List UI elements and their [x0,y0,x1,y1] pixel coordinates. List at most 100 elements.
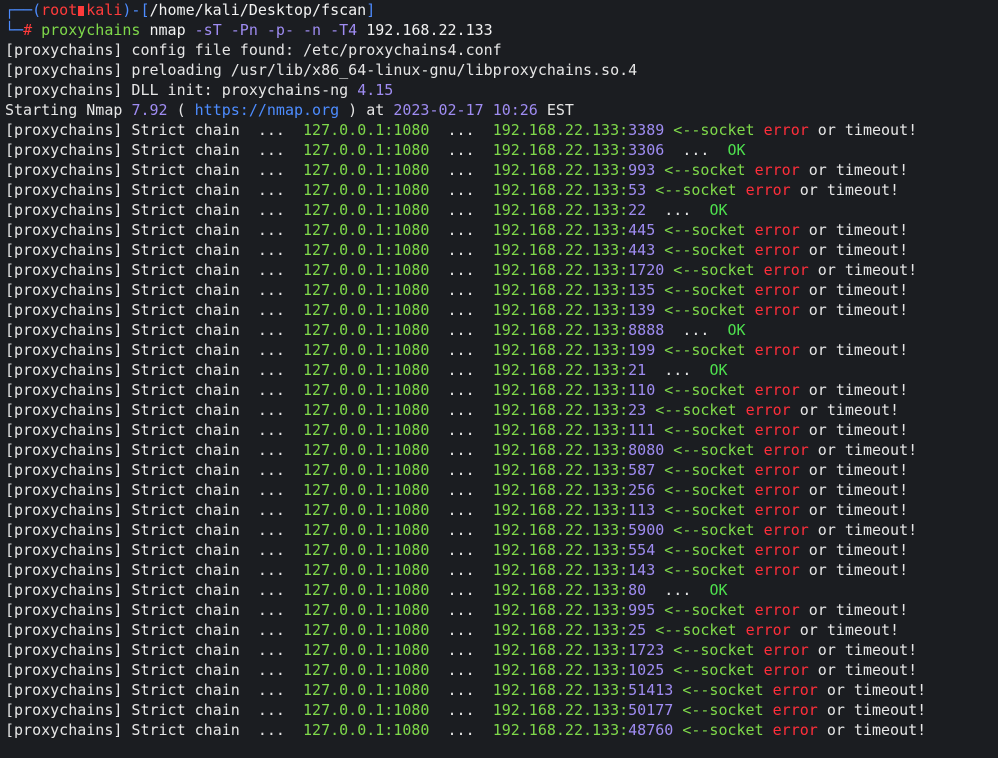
target-host: 192.168.22.133 [492,521,620,539]
target-port: 1723 [628,641,665,659]
target-port: 143 [628,561,656,579]
proxy-address: 127.0.0.1:1080 [303,361,430,379]
prompt-corner-top: ┌── [5,1,33,19]
status-ok: OK [709,581,728,599]
target-port: 139 [628,301,656,319]
target-port: 3306 [628,141,665,159]
target-port: 135 [628,281,656,299]
proxy-address: 127.0.0.1:1080 [303,621,430,639]
target-port: 8080 [628,441,665,459]
target-host: 192.168.22.133 [492,201,620,219]
command-name: proxychains [41,21,141,39]
target-host: 192.168.22.133 [492,161,620,179]
target-port: 48760 [628,721,674,739]
target-port: 25 [628,621,647,639]
chain-line: [proxychains] Strict chain ... 127.0.0.1… [5,641,918,659]
status-error: error [772,701,818,719]
prompt-command-line[interactable]: └─# proxychains nmap -sT -Pn -p- -n -T4 … [5,20,998,40]
target-host: 192.168.22.133 [492,281,620,299]
target-port: 50177 [628,701,674,719]
chain-line: [proxychains] Strict chain ... 127.0.0.1… [5,201,728,219]
target-host: 192.168.22.133 [492,681,620,699]
proxy-address: 127.0.0.1:1080 [303,121,430,139]
target-port: 1720 [628,261,665,279]
status-error: error [754,601,800,619]
target-host: 192.168.22.133 [492,721,620,739]
proxy-address: 127.0.0.1:1080 [303,241,430,259]
target-port: 8888 [628,321,665,339]
chain-line: [proxychains] Strict chain ... 127.0.0.1… [5,301,909,319]
chain-line: [proxychains] Strict chain ... 127.0.0.1… [5,361,728,379]
chain-line: [proxychains] Strict chain ... 127.0.0.1… [5,241,909,259]
status-ok: OK [727,141,746,159]
status-error: error [754,501,800,519]
chain-line: [proxychains] Strict chain ... 127.0.0.1… [5,321,746,339]
proxy-address: 127.0.0.1:1080 [303,481,430,499]
target-host: 192.168.22.133 [492,401,620,419]
target-host: 192.168.22.133 [492,121,620,139]
proxy-address: 127.0.0.1:1080 [303,441,430,459]
proxy-address: 127.0.0.1:1080 [303,381,430,399]
chain-line: [proxychains] Strict chain ... 127.0.0.1… [5,341,909,359]
proxy-address: 127.0.0.1:1080 [303,461,430,479]
target-port: 53 [628,181,647,199]
proxy-address: 127.0.0.1:1080 [303,341,430,359]
status-error: error [754,561,800,579]
proxy-address: 127.0.0.1:1080 [303,581,430,599]
target-port: 21 [628,361,647,379]
proxy-address: 127.0.0.1:1080 [303,141,430,159]
chain-line: [proxychains] Strict chain ... 127.0.0.1… [5,401,900,419]
nmap-url-link[interactable]: https://nmap.org [195,101,340,119]
command-target: 192.168.22.133 [366,21,493,39]
target-host: 192.168.22.133 [492,641,620,659]
status-error: error [772,681,818,699]
status-ok: OK [727,321,746,339]
target-host: 192.168.22.133 [492,501,620,519]
target-host: 192.168.22.133 [492,581,620,599]
target-port: 111 [628,421,656,439]
target-port: 995 [628,601,656,619]
target-port: 113 [628,501,656,519]
output-info-line: [proxychains] preloading /usr/lib/x86_64… [5,61,638,79]
status-error: error [763,641,809,659]
target-port: 23 [628,401,647,419]
target-host: 192.168.22.133 [492,261,620,279]
proxy-address: 127.0.0.1:1080 [303,641,430,659]
chain-line: [proxychains] Strict chain ... 127.0.0.1… [5,381,909,399]
status-error: error [763,521,809,539]
chain-line: [proxychains] Strict chain ... 127.0.0.1… [5,181,900,199]
command-subcommand: nmap [149,21,186,39]
chain-line: [proxychains] Strict chain ... 127.0.0.1… [5,141,746,159]
target-port: 199 [628,341,656,359]
status-error: error [763,441,809,459]
target-host: 192.168.22.133 [492,361,620,379]
chain-line: [proxychains] Strict chain ... 127.0.0.1… [5,161,909,179]
proxy-address: 127.0.0.1:1080 [303,541,430,559]
status-error: error [763,121,809,139]
target-port: 3389 [628,121,665,139]
proxy-address: 127.0.0.1:1080 [303,701,430,719]
status-ok: OK [709,361,728,379]
status-error: error [754,541,800,559]
skull-icon [78,6,85,16]
status-error: error [754,421,800,439]
chain-line: [proxychains] Strict chain ... 127.0.0.1… [5,481,909,499]
proxy-address: 127.0.0.1:1080 [303,521,430,539]
target-port: 445 [628,221,656,239]
status-error: error [754,161,800,179]
terminal-window[interactable]: ┌──(root kali)-[/home/kali/Desktop/fscan]… [0,0,998,758]
status-error: error [763,261,809,279]
chain-line: [proxychains] Strict chain ... 127.0.0.1… [5,541,909,559]
target-port: 80 [628,581,647,599]
target-host: 192.168.22.133 [492,181,620,199]
target-port: 51413 [628,681,674,699]
target-port: 1025 [628,661,665,679]
prompt-user: root [41,1,78,19]
chain-line: [proxychains] Strict chain ... 127.0.0.1… [5,721,927,739]
target-port: 587 [628,461,656,479]
prompt-symbol: # [23,21,33,39]
chain-line: [proxychains] Strict chain ... 127.0.0.1… [5,461,909,479]
target-host: 192.168.22.133 [492,341,620,359]
target-host: 192.168.22.133 [492,661,620,679]
target-host: 192.168.22.133 [492,461,620,479]
